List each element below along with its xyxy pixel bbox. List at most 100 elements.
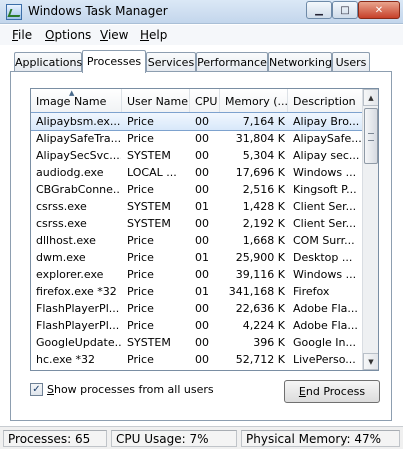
close-button[interactable]: ✕	[358, 1, 400, 19]
tab-performance[interactable]: Performance	[196, 52, 268, 72]
table-row[interactable]: FlashPlayerPl... Price 00 4,224 K Adobe Fla.…	[31, 317, 362, 334]
cell-cpu: 00	[195, 183, 209, 196]
cell-user-name: Price	[127, 268, 154, 281]
cell-user-name: Price	[127, 183, 154, 196]
maximize-button[interactable]: □	[332, 1, 358, 19]
cell-memory: 396 K	[253, 336, 285, 349]
table-row[interactable]: FlashPlayerPl... Price 00 22,636 K Adobe Fla…	[31, 300, 362, 317]
cell-cpu: 00	[195, 268, 209, 281]
table-row[interactable]: AlipaySafeTra... Price 00 31,804 K AlipaySaf…	[31, 130, 362, 147]
cell-description: COM Surr...	[293, 234, 355, 247]
cell-image-name: dwm.exe	[36, 251, 86, 264]
cell-user-name: Price	[127, 132, 154, 145]
minimize-button[interactable]: ▁	[306, 1, 332, 19]
cell-description: Desktop ...	[293, 251, 353, 264]
cell-memory: 39,116 K	[235, 268, 285, 281]
column-memory[interactable]: Memory (...	[220, 89, 288, 113]
table-row[interactable]: Alipaybsm.ex... Price 00 7,164 K Alipay Bro.…	[31, 112, 363, 131]
menu-options[interactable]: Options	[45, 28, 91, 42]
cell-cpu: 00	[195, 319, 209, 332]
column-description[interactable]: Description	[288, 89, 362, 113]
menu-view[interactable]: View	[100, 28, 128, 42]
table-row[interactable]: CBGrabConne... Price 00 2,516 K Kingsoft P..…	[31, 181, 362, 198]
cell-description: Kingsoft P...	[293, 183, 357, 196]
cell-image-name: CBGrabConne...	[36, 183, 121, 196]
cell-user-name: SYSTEM	[127, 200, 171, 213]
list-header: ▲ Image Name User Name CPU Memory (... D…	[31, 89, 362, 113]
end-process-button[interactable]: End Process	[284, 380, 380, 403]
status-physical-memory: Physical Memory: 47%	[241, 430, 400, 447]
tab-services[interactable]: Services	[146, 52, 196, 72]
table-row[interactable]: GoogleUpdate... SYSTEM 00 396 K Google In...	[31, 334, 362, 351]
column-image-name[interactable]: ▲ Image Name	[31, 89, 122, 113]
cell-image-name: explorer.exe	[36, 268, 104, 281]
tab-networking[interactable]: Networking	[268, 52, 332, 72]
cell-description: Client Ser...	[293, 200, 357, 213]
tab-users[interactable]: Users	[332, 52, 370, 72]
cell-memory: 2,192 K	[242, 217, 285, 230]
table-row[interactable]: explorer.exe Price 00 39,116 K Windows ...	[31, 266, 362, 283]
cell-image-name: csrss.exe	[36, 217, 87, 230]
cell-image-name: GoogleUpdate...	[36, 336, 121, 349]
cell-description: AlipaySafe...	[293, 132, 361, 145]
show-all-processes[interactable]: ✓ Show processes from all users	[30, 381, 214, 397]
scroll-up-icon[interactable]: ▲	[363, 89, 378, 106]
table-row[interactable]: hc.exe *32 Price 00 52,712 K LivePerso...	[31, 351, 362, 368]
menu-help[interactable]: Help	[140, 28, 167, 42]
cell-user-name: Price	[127, 319, 154, 332]
cell-user-name: Price	[127, 234, 154, 247]
table-row[interactable]: firefox.exe *32 Price 01 341,168 K Firefox	[31, 283, 362, 300]
cell-cpu: 01	[195, 285, 209, 298]
cell-memory: 25,900 K	[235, 251, 285, 264]
cell-user-name: Price	[127, 115, 154, 128]
cell-memory: 341,168 K	[228, 285, 285, 298]
task-manager-icon	[6, 4, 22, 20]
cell-cpu: 00	[195, 302, 209, 315]
vertical-scrollbar[interactable]: ▲ ▼	[362, 89, 378, 370]
cell-cpu: 00	[195, 353, 209, 366]
cell-cpu: 00	[195, 132, 209, 145]
scroll-down-icon[interactable]: ▼	[363, 353, 378, 370]
cell-memory: 4,224 K	[242, 319, 285, 332]
menu-file[interactable]: File	[12, 28, 32, 42]
cell-image-name: csrss.exe	[36, 200, 87, 213]
cell-description: Alipay sec...	[293, 149, 360, 162]
cell-memory: 31,804 K	[235, 132, 285, 145]
window-title: Windows Task Manager	[28, 4, 168, 18]
cell-user-name: Price	[127, 353, 154, 366]
cell-description: Windows ...	[293, 166, 357, 179]
cell-description: LivePerso...	[293, 353, 356, 366]
cell-cpu: 00	[195, 149, 209, 162]
cell-cpu: 00	[195, 166, 209, 179]
cell-image-name: FlashPlayerPl...	[36, 319, 120, 332]
column-user-name[interactable]: User Name	[122, 89, 190, 113]
cell-image-name: Alipaybsm.ex...	[36, 115, 121, 128]
cell-description: Client Ser...	[293, 217, 357, 230]
cell-memory: 1,668 K	[242, 234, 285, 247]
status-bar: Processes: 65 CPU Usage: 7% Physical Mem…	[0, 426, 403, 449]
table-row[interactable]: audiodg.exe LOCAL ... 00 17,696 K Windows ..…	[31, 164, 362, 181]
cell-memory: 17,696 K	[235, 166, 285, 179]
cell-cpu: 01	[195, 251, 209, 264]
cell-cpu: 00	[195, 234, 209, 247]
cell-image-name: firefox.exe *32	[36, 285, 117, 298]
column-cpu[interactable]: CPU	[190, 89, 220, 113]
table-row[interactable]: AlipaySecSvc.... SYSTEM 00 5,304 K Alipay se…	[31, 147, 362, 164]
title-bar[interactable]: Windows Task Manager ▁ □ ✕	[0, 0, 403, 24]
tab-applications[interactable]: Applications	[14, 52, 82, 72]
process-list[interactable]: ▲ Image Name User Name CPU Memory (... D…	[30, 88, 379, 371]
table-row[interactable]: dwm.exe Price 01 25,900 K Desktop ...	[31, 249, 362, 266]
show-all-checkbox[interactable]: ✓	[30, 382, 43, 396]
cell-image-name: hc.exe *32	[36, 353, 96, 366]
table-row[interactable]: csrss.exe SYSTEM 00 2,192 K Client Ser...	[31, 215, 362, 232]
cell-memory: 22,636 K	[235, 302, 285, 315]
cell-memory: 2,516 K	[242, 183, 285, 196]
cell-image-name: AlipaySecSvc....	[36, 149, 121, 162]
cell-memory: 52,712 K	[235, 353, 285, 366]
table-row[interactable]: dllhost.exe Price 00 1,668 K COM Surr...	[31, 232, 362, 249]
tab-processes[interactable]: Processes	[82, 50, 146, 73]
table-row[interactable]: csrss.exe SYSTEM 01 1,428 K Client Ser...	[31, 198, 362, 215]
scroll-thumb[interactable]	[364, 108, 378, 164]
cell-user-name: SYSTEM	[127, 149, 171, 162]
cell-description: Alipay Bro...	[293, 115, 360, 128]
